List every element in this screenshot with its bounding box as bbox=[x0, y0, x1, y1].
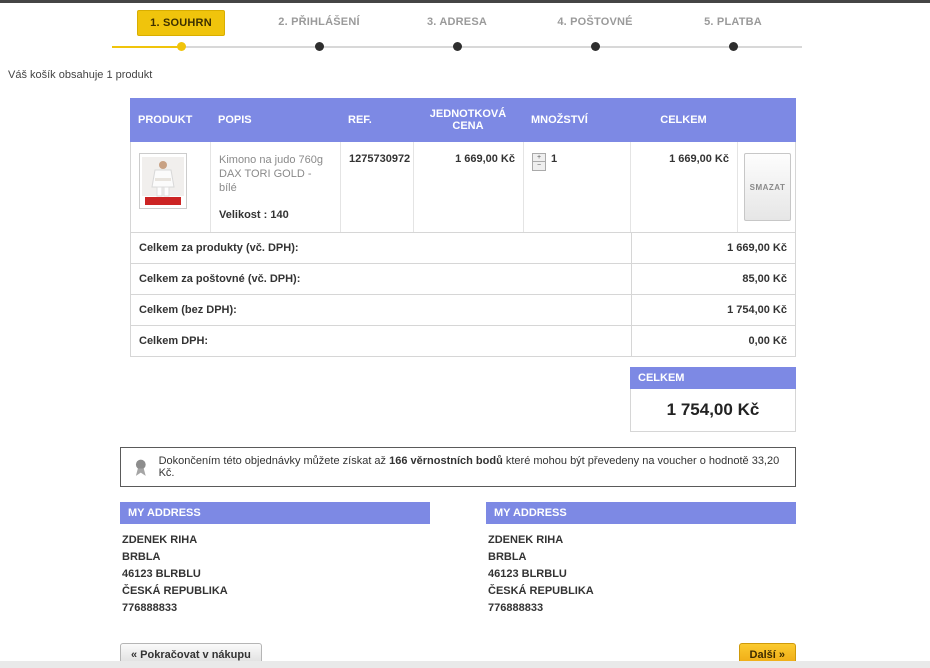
product-ref: 1275730972 bbox=[341, 142, 414, 232]
address-line: 776888833 bbox=[488, 602, 544, 614]
product-quantity-cell: + − 1 bbox=[524, 142, 631, 232]
step-dot-2 bbox=[315, 42, 324, 51]
product-line-total: 1 669,00 Kč bbox=[631, 142, 738, 232]
product-actions-cell: SMAZAT bbox=[738, 142, 797, 232]
address-line: ČESKÁ REPUBLIKA bbox=[122, 585, 228, 597]
loyalty-text-prefix: Dokončením této objednávky můžete získat… bbox=[158, 455, 390, 467]
product-description-cell: Kimono na judo 760g DAX TORI GOLD - bílé… bbox=[211, 142, 341, 232]
loyalty-notice: Dokončením této objednávky můžete získat… bbox=[120, 447, 796, 487]
step-label: 5. PLATBA bbox=[704, 16, 762, 28]
totals-label: Celkem za poštovné (vč. DPH): bbox=[139, 273, 301, 285]
address-line: 776888833 bbox=[122, 602, 178, 614]
totals-row-without-tax: Celkem (bez DPH): 1 754,00 Kč bbox=[131, 294, 795, 325]
top-border bbox=[0, 0, 930, 3]
step-label: 1. SOUHRN bbox=[137, 10, 225, 36]
step-item-postovne[interactable]: 4. POŠTOVNÉ bbox=[526, 10, 664, 36]
step-dot-3 bbox=[453, 42, 462, 51]
loyalty-award-icon bbox=[135, 459, 146, 476]
quantity-down-icon[interactable]: − bbox=[532, 162, 546, 171]
address-line: BRBLA bbox=[122, 551, 161, 563]
bottom-border bbox=[0, 661, 930, 668]
cart-summary-text: Váš košík obsahuje 1 produkt bbox=[8, 69, 153, 81]
totals-value: 1 669,00 Kč bbox=[631, 233, 795, 263]
address-title: MY ADDRESS bbox=[486, 502, 796, 524]
product-name[interactable]: Kimono na judo 760g DAX TORI GOLD - bílé bbox=[219, 153, 332, 195]
quantity-up-icon[interactable]: + bbox=[532, 153, 546, 162]
address-line: 46123 BLRBLU bbox=[488, 568, 567, 580]
totals-row-tax: Celkem DPH: 0,00 Kč bbox=[131, 325, 795, 356]
judo-kimono-image bbox=[140, 154, 186, 208]
quantity-stepper-icon[interactable]: + − bbox=[532, 153, 546, 171]
step-item-prihlaseni[interactable]: 2. PŘIHLÁŠENÍ bbox=[250, 10, 388, 36]
grand-total-value: 1 754,00 Kč bbox=[630, 389, 796, 432]
address-line: 46123 BLRBLU bbox=[122, 568, 201, 580]
header-total: CELKEM bbox=[660, 114, 707, 126]
step-label: 3. ADRESA bbox=[426, 16, 488, 28]
totals-label: Celkem za produkty (vč. DPH): bbox=[139, 242, 299, 254]
header-unit-price: JEDNOTKOVÁ CENA bbox=[429, 108, 507, 132]
product-row: Kimono na judo 760g DAX TORI GOLD - bílé… bbox=[131, 142, 795, 232]
table-header-row: PRODUKT POPIS REF. JEDNOTKOVÁ CENA MNOŽS… bbox=[130, 98, 796, 142]
step-label: 2. PŘIHLÁŠENÍ bbox=[278, 16, 360, 28]
step-item-souhrn[interactable]: 1. SOUHRN bbox=[112, 10, 250, 36]
address-line: ZDENEK RIHA bbox=[488, 534, 564, 546]
addresses-section: MY ADDRESS ZDENEK RIHA BRBLA 46123 BLRBL… bbox=[120, 502, 796, 617]
header-description: POPIS bbox=[218, 114, 252, 126]
address-title: MY ADDRESS bbox=[120, 502, 430, 524]
address-line: ČESKÁ REPUBLIKA bbox=[488, 585, 594, 597]
loyalty-points: 166 věrnostních bodů bbox=[389, 455, 503, 467]
order-table: PRODUKT POPIS REF. JEDNOTKOVÁ CENA MNOŽS… bbox=[130, 98, 796, 432]
step-dot-5 bbox=[729, 42, 738, 51]
totals-row-shipping: Celkem za poštovné (vč. DPH): 85,00 Kč bbox=[131, 263, 795, 294]
product-image-cell bbox=[131, 142, 211, 232]
delete-button[interactable]: SMAZAT bbox=[743, 153, 792, 221]
totals-label: Celkem (bez DPH): bbox=[139, 304, 237, 316]
loyalty-text: Dokončením této objednávky můžete získat… bbox=[159, 455, 785, 479]
totals-value: 0,00 Kč bbox=[631, 326, 795, 356]
totals-row-products: Celkem za produkty (vč. DPH): 1 669,00 K… bbox=[131, 232, 795, 263]
product-unit-price: 1 669,00 Kč bbox=[414, 142, 524, 232]
product-size: Velikost : 140 bbox=[219, 209, 289, 221]
totals-value: 1 754,00 Kč bbox=[631, 295, 795, 325]
address-line: ZDENEK RIHA bbox=[122, 534, 198, 546]
quantity-value: 1 bbox=[551, 153, 558, 165]
delivery-address-block: MY ADDRESS ZDENEK RIHA BRBLA 46123 BLRBL… bbox=[120, 502, 430, 617]
invoice-address-block: MY ADDRESS ZDENEK RIHA BRBLA 46123 BLRBL… bbox=[486, 502, 796, 617]
grand-total-header: CELKEM bbox=[630, 367, 796, 389]
totals-label: Celkem DPH: bbox=[139, 335, 209, 347]
address-line: BRBLA bbox=[488, 551, 527, 563]
header-ref: REF. bbox=[348, 114, 372, 126]
product-thumbnail[interactable] bbox=[139, 153, 187, 209]
header-quantity: MNOŽSTVÍ bbox=[531, 114, 588, 126]
totals-value: 85,00 Kč bbox=[631, 264, 795, 294]
step-dot-1 bbox=[177, 42, 186, 51]
step-item-adresa[interactable]: 3. ADRESA bbox=[388, 10, 526, 36]
header-product: PRODUKT bbox=[138, 114, 193, 126]
step-dot-4 bbox=[591, 42, 600, 51]
checkout-stepper: 1. SOUHRN 2. PŘIHLÁŠENÍ 3. ADRESA 4. POŠ… bbox=[112, 10, 802, 52]
grand-total-row: CELKEM 1 754,00 Kč bbox=[130, 367, 796, 432]
progress-track bbox=[112, 42, 802, 52]
step-item-platba[interactable]: 5. PLATBA bbox=[664, 10, 802, 36]
header-actions bbox=[737, 98, 796, 142]
step-label: 4. POŠTOVNÉ bbox=[557, 16, 633, 28]
